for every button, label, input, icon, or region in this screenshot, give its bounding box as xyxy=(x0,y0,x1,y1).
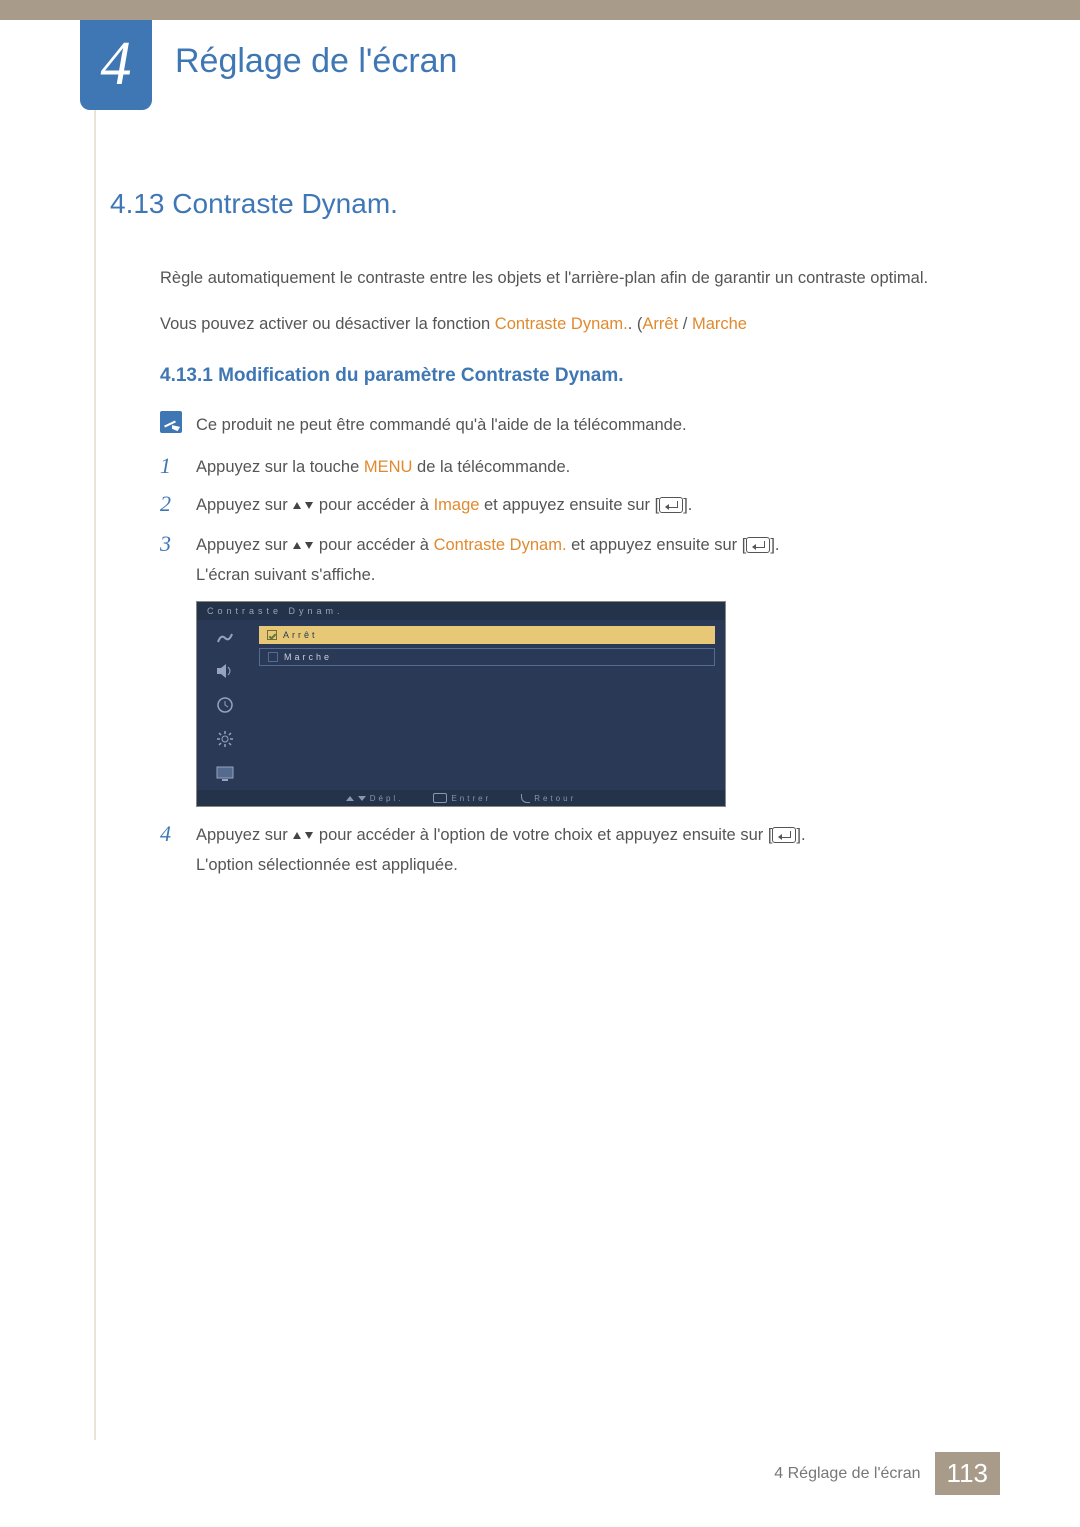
chapter-number-tab: 4 xyxy=(80,20,152,110)
step-1: 1 Appuyez sur la touche MENU de la téléc… xyxy=(160,453,1000,481)
step2-hl-image: Image xyxy=(434,496,480,514)
step2-pre: Appuyez sur xyxy=(196,496,292,514)
page-footer: 4 Réglage de l'écran 113 xyxy=(774,1452,1000,1495)
step-2: 2 Appuyez sur pour accéder à Image et ap… xyxy=(160,491,1000,521)
step2-post: et appuyez ensuite sur [ xyxy=(479,496,659,514)
intro2-sep: / xyxy=(678,315,692,333)
osd-footer-return: Retour xyxy=(521,793,576,803)
osd-option-arret: Arrêt xyxy=(259,626,715,644)
intro2-hl-arret: Arrêt xyxy=(642,315,678,333)
osd-footer-move-label: Dépl. xyxy=(370,794,404,803)
osd-gear-icon xyxy=(214,728,236,750)
note-row: Ce produit ne peut être commandé qu'à l'… xyxy=(160,411,1000,439)
step3-line2: L'écran suivant s'affiche. xyxy=(196,566,375,584)
chapter-title: Réglage de l'écran xyxy=(175,42,457,81)
intro2-hl-contraste: Contraste Dynam. xyxy=(495,315,628,333)
note-text: Ce produit ne peut être commandé qu'à l'… xyxy=(196,411,687,439)
step3-tail: ]. xyxy=(770,536,779,554)
section-intro-1: Règle automatiquement le contraste entre… xyxy=(160,266,1000,292)
step4-line2: L'option sélectionnée est appliquée. xyxy=(196,856,458,874)
step1-pre: Appuyez sur la touche xyxy=(196,458,364,476)
osd-check-icon xyxy=(267,630,277,640)
step4-pre: Appuyez sur xyxy=(196,826,292,844)
osd-clock-icon xyxy=(214,694,236,716)
osd-option-label: Marche xyxy=(284,652,332,662)
up-down-arrows-icon xyxy=(292,533,314,561)
osd-footer-enter: Entrer xyxy=(433,793,491,803)
up-down-arrows-icon xyxy=(292,493,314,521)
intro2-mid: . ( xyxy=(628,315,643,333)
osd-option-marche: Marche xyxy=(259,648,715,666)
step-text: Appuyez sur pour accéder à Image et appu… xyxy=(196,491,692,521)
osd-body: Arrêt Marche xyxy=(197,620,725,790)
osd-sidebar xyxy=(197,620,253,790)
footer-chapter-text: 4 Réglage de l'écran xyxy=(774,1465,934,1483)
enter-button-icon xyxy=(772,827,796,843)
intro2-pre: Vous pouvez activer ou désactiver la fon… xyxy=(160,315,495,333)
osd-footer: Dépl. Entrer Retour xyxy=(197,790,725,806)
step1-hl-menu: MENU xyxy=(364,458,413,476)
step-text: Appuyez sur la touche MENU de la télécom… xyxy=(196,453,570,481)
section-intro-2: Vous pouvez activer ou désactiver la fon… xyxy=(160,312,1000,338)
section-container: 4.13 Contraste Dynam. Règle automatiquem… xyxy=(110,188,1000,889)
step3-hl-contraste: Contraste Dynam. xyxy=(434,536,567,554)
footer-page-number: 113 xyxy=(935,1452,1000,1495)
osd-option-label: Arrêt xyxy=(283,630,318,640)
intro2-hl-marche: Marche xyxy=(692,315,747,333)
osd-screenshot: Contraste Dynam. Arrêt Marche xyxy=(196,601,726,807)
section-heading: 4.13 Contraste Dynam. xyxy=(110,188,1000,220)
osd-image-icon xyxy=(214,626,236,648)
step3-pre: Appuyez sur xyxy=(196,536,292,554)
step4-mid: pour accéder à l'option de votre choix e… xyxy=(314,826,772,844)
step-number: 3 xyxy=(160,531,182,557)
osd-check-icon xyxy=(268,652,278,662)
step-number: 1 xyxy=(160,453,182,479)
top-decorative-bar xyxy=(0,0,1080,20)
step2-mid: pour accéder à xyxy=(314,496,433,514)
osd-footer-enter-label: Entrer xyxy=(451,794,491,803)
step3-post: et appuyez ensuite sur [ xyxy=(567,536,747,554)
step1-post: de la télécommande. xyxy=(412,458,570,476)
osd-footer-return-label: Retour xyxy=(534,794,576,803)
osd-sound-icon xyxy=(214,660,236,682)
osd-tv-icon xyxy=(214,762,236,784)
osd-footer-move: Dépl. xyxy=(346,793,404,803)
subsection-heading: 4.13.1 Modification du paramètre Contras… xyxy=(160,365,1000,387)
step-number: 2 xyxy=(160,491,182,517)
pencil-note-icon xyxy=(160,411,182,433)
step-3: 3 Appuyez sur pour accéder à Contraste D… xyxy=(160,531,1000,589)
step2-tail: ]. xyxy=(683,496,692,514)
enter-button-icon xyxy=(659,497,683,513)
enter-button-icon xyxy=(746,537,770,553)
step-4: 4 Appuyez sur pour accéder à l'option de… xyxy=(160,821,1000,879)
step-number: 4 xyxy=(160,821,182,847)
step4-tail: ]. xyxy=(796,826,805,844)
osd-title: Contraste Dynam. xyxy=(197,602,725,620)
left-margin-rule xyxy=(94,20,96,1440)
step-text: Appuyez sur pour accéder à Contraste Dyn… xyxy=(196,531,779,589)
step-text: Appuyez sur pour accéder à l'option de v… xyxy=(196,821,806,879)
up-down-arrows-icon xyxy=(292,823,314,851)
osd-main: Arrêt Marche xyxy=(253,620,725,790)
step3-mid: pour accéder à xyxy=(314,536,433,554)
